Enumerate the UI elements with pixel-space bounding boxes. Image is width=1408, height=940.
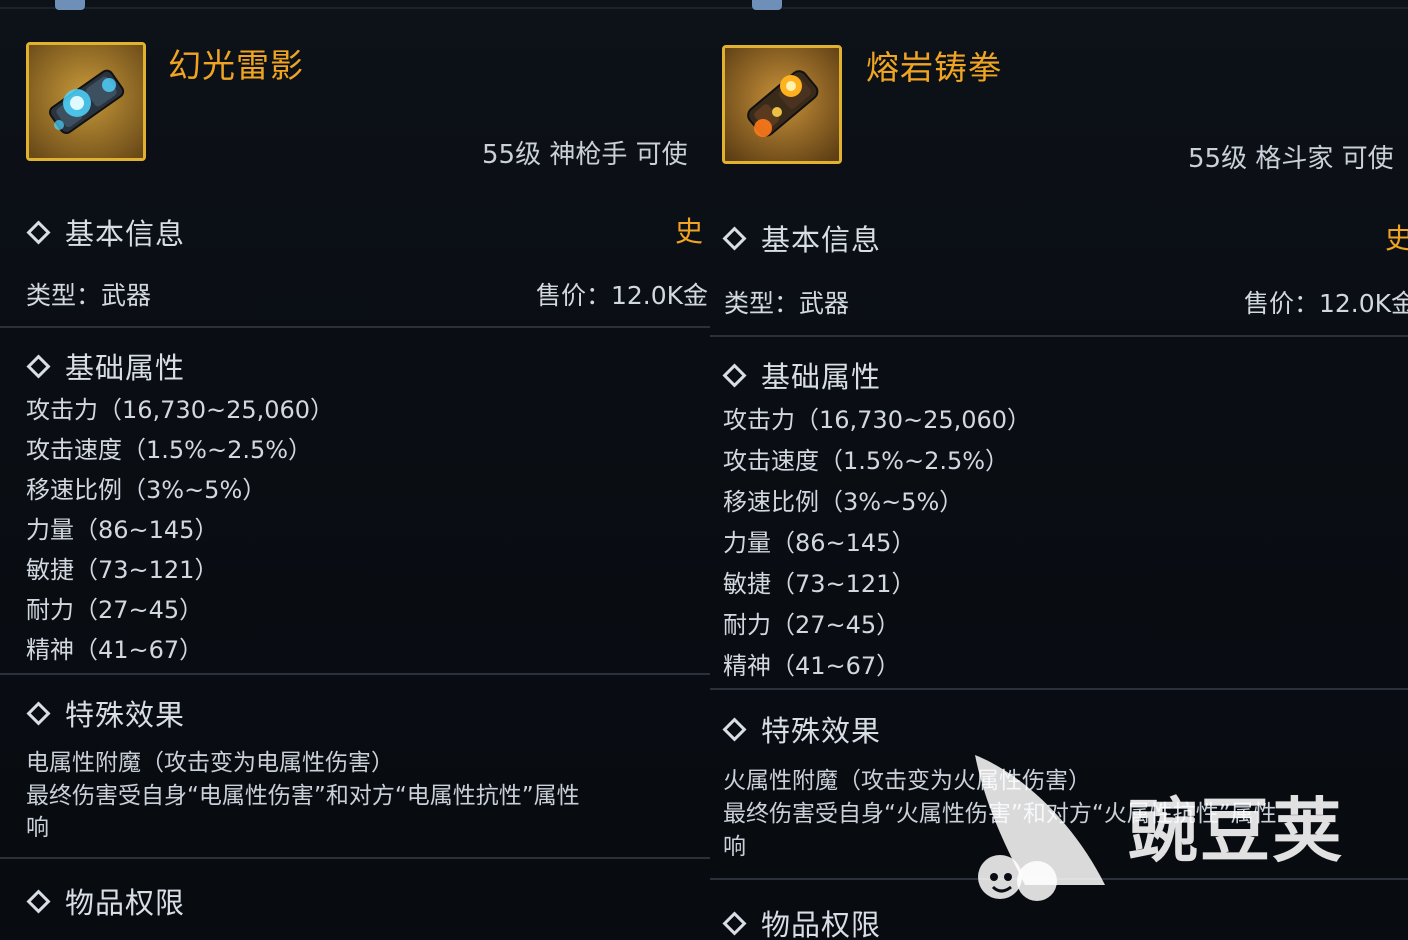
effect-line: 最终伤害受自身“电属性伤害”和对方“电属性抗性”属性 xyxy=(26,783,580,809)
effect-line: 响 xyxy=(723,834,746,860)
attribute-list: 攻击力（16,730~25,060） 攻击速度（1.5%~2.5%） 移速比例（… xyxy=(723,400,1031,687)
attribute-row: 敏捷（73~121） xyxy=(26,556,219,584)
watermark-text: 豌豆荚 xyxy=(1128,790,1344,872)
section-title: 基本信息 xyxy=(65,217,186,251)
item-name: 幻光雷影 xyxy=(168,46,304,85)
item-tooltip-right: 熔岩铸拳 55级 格斗家 可使 基本信息 史 类型：武器 售价：12.0K金 基… xyxy=(710,0,1408,940)
section-title: 基础属性 xyxy=(65,351,186,385)
section-permissions: 物品权限 xyxy=(720,902,881,940)
diamond-icon xyxy=(722,716,747,742)
section-title: 特殊效果 xyxy=(65,698,186,732)
item-tooltip-left: 幻光雷影 55级 神枪手 可使 基本信息 史 类型：武器 售价：12.0K金 基… xyxy=(0,0,710,940)
divider xyxy=(0,326,710,328)
section-base-attrs: 基础属性 xyxy=(24,345,185,387)
section-title: 基础属性 xyxy=(761,360,882,394)
lava-fist-icon[interactable] xyxy=(722,45,842,164)
section-title: 物品权限 xyxy=(761,908,882,940)
divider xyxy=(710,688,1408,690)
divider xyxy=(710,335,1408,337)
diamond-icon xyxy=(26,700,51,726)
attribute-row: 精神（41~67） xyxy=(26,636,204,664)
attribute-row: 攻击速度（1.5%~2.5%） xyxy=(723,447,1010,475)
requirement-text: 55级 神枪手 可使 xyxy=(482,140,688,170)
diamond-icon xyxy=(722,362,747,388)
item-price: 售价：12.0K金 xyxy=(536,281,709,310)
attribute-row: 移速比例（3%~5%） xyxy=(26,476,267,504)
diamond-icon xyxy=(26,888,51,914)
section-title: 特殊效果 xyxy=(761,714,882,748)
section-special-effect: 特殊效果 xyxy=(24,692,185,734)
attribute-row: 精神（41~67） xyxy=(723,652,901,680)
section-title: 物品权限 xyxy=(65,886,186,920)
rarity-label: 史 xyxy=(1385,222,1408,255)
diamond-icon xyxy=(26,219,51,245)
section-base-attrs: 基础属性 xyxy=(720,354,881,396)
divider xyxy=(0,673,710,675)
wandoujia-logo-icon xyxy=(975,755,1105,901)
diamond-icon xyxy=(722,910,747,936)
rarity-label: 史 xyxy=(675,215,704,248)
top-tab-marker xyxy=(752,0,782,10)
attribute-row: 攻击速度（1.5%~2.5%） xyxy=(26,436,313,464)
divider xyxy=(0,857,710,859)
diamond-icon xyxy=(26,353,51,379)
attribute-row: 耐力（27~45） xyxy=(26,596,204,624)
section-basic-info: 基本信息 xyxy=(24,211,185,253)
attribute-list: 攻击力（16,730~25,060） 攻击速度（1.5%~2.5%） 移速比例（… xyxy=(26,390,334,670)
top-border xyxy=(0,7,710,9)
section-permissions: 物品权限 xyxy=(24,880,185,922)
requirement-text: 55级 格斗家 可使 xyxy=(1188,144,1394,174)
effect-line: 电属性附魔（攻击变为电属性伤害） xyxy=(26,750,394,776)
item-price: 售价：12.0K金 xyxy=(1244,289,1408,318)
section-basic-info: 基本信息 xyxy=(720,217,881,259)
item-type: 类型：武器 xyxy=(26,281,152,310)
attribute-row: 移速比例（3%~5%） xyxy=(723,488,964,516)
attribute-row: 敏捷（73~121） xyxy=(723,570,916,598)
item-type: 类型：武器 xyxy=(724,289,850,318)
attribute-row: 力量（86~145） xyxy=(26,516,219,544)
top-tab-marker xyxy=(55,0,85,10)
effect-line: 响 xyxy=(26,815,49,841)
attribute-row: 攻击力（16,730~25,060） xyxy=(723,406,1032,434)
item-name: 熔岩铸拳 xyxy=(866,48,1002,87)
diamond-icon xyxy=(722,225,747,251)
top-border xyxy=(710,7,1408,9)
lightning-gauntlet-icon[interactable] xyxy=(26,42,146,161)
attribute-row: 耐力（27~45） xyxy=(723,611,901,639)
section-special-effect: 特殊效果 xyxy=(720,708,881,750)
section-title: 基本信息 xyxy=(761,223,882,257)
attribute-row: 力量（86~145） xyxy=(723,529,916,557)
attribute-row: 攻击力（16,730~25,060） xyxy=(26,396,335,424)
